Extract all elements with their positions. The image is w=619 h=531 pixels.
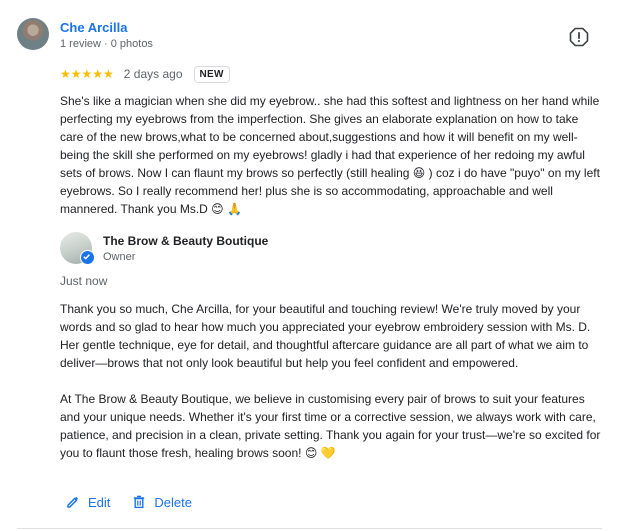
review-time: 2 days ago <box>123 67 183 81</box>
owner-reply-text: Thank you so much, Che Arcilla, for your… <box>60 300 605 480</box>
reviewer-meta: 1 review · 0 photos <box>60 38 153 50</box>
edit-label: Edit <box>88 494 111 510</box>
star-rating: ★★★★★ <box>60 67 114 81</box>
rating-row: ★★★★★ 2 days ago NEW <box>60 64 230 84</box>
owner-name[interactable]: The Brow & Beauty Boutique <box>103 234 268 248</box>
reply-actions: Edit Delete <box>66 492 192 512</box>
reply-paragraph: Thank you so much, Che Arcilla, for your… <box>60 302 591 370</box>
reviewer-avatar[interactable] <box>17 18 49 50</box>
owner-avatar[interactable] <box>60 232 95 265</box>
delete-button[interactable]: Delete <box>132 495 192 510</box>
delete-label: Delete <box>154 494 192 510</box>
trash-icon <box>134 495 145 509</box>
reviewer-name[interactable]: Che Arcilla <box>60 20 127 35</box>
verified-check-icon <box>80 250 95 265</box>
reply-time: Just now <box>60 274 108 288</box>
owner-role: Owner <box>103 251 136 263</box>
divider <box>17 528 602 529</box>
edit-button[interactable]: Edit <box>66 495 110 510</box>
review-text: She's like a magician when she did my ey… <box>60 94 600 216</box>
reply-paragraph: At The Brow & Beauty Boutique, we believ… <box>60 392 601 460</box>
pencil-icon <box>67 496 79 508</box>
new-badge: NEW <box>193 65 230 83</box>
report-flag-icon[interactable] <box>569 27 589 47</box>
